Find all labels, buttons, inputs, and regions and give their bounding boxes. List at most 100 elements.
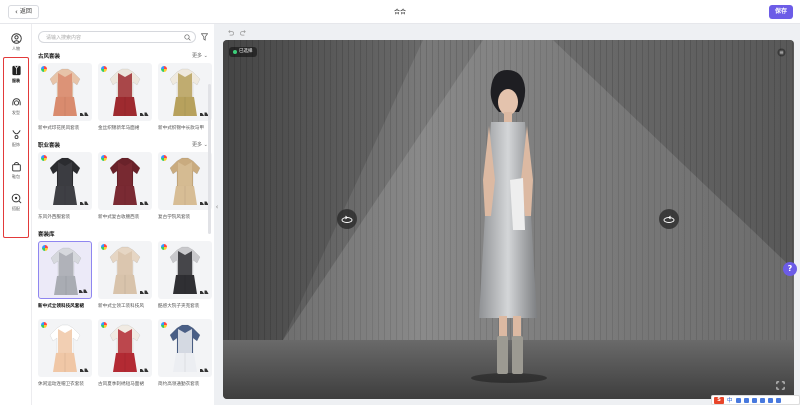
section-more-label: 更多 (192, 53, 203, 59)
section-title: 套装库 (38, 232, 55, 238)
outfit-thumbnail (158, 63, 212, 121)
color-variant-icon (101, 66, 107, 72)
outfit-card[interactable]: 休闲运动连帽卫衣套装 (38, 319, 92, 387)
rail-item-label: 人物 (12, 45, 20, 51)
rail-item-person[interactable]: 人物 (4, 28, 28, 56)
shoes-icon (80, 201, 89, 205)
outfit-card[interactable]: 简约高领通勤衣套装 (158, 319, 212, 387)
outfit-thumbnail (38, 241, 92, 299)
outfit-card-label: 新中式立领科技风套裙 (38, 304, 84, 309)
rotate-right-button[interactable] (659, 209, 679, 229)
outfit-thumbnail (38, 319, 92, 377)
color-variant-icon (161, 244, 167, 250)
model-preview (223, 40, 794, 399)
color-variant-icon (161, 66, 167, 72)
outfit-thumbnail (98, 152, 152, 210)
top-bar: ‹ 返回 合合 保存 (0, 0, 800, 24)
color-variant-icon (101, 322, 107, 328)
ime-user-icon[interactable] (775, 397, 781, 403)
outfit-thumbnail (158, 152, 212, 210)
chevron-down-icon: ⌄ (202, 142, 208, 148)
color-variant-icon (42, 245, 48, 251)
outfit-card-label: 东风外西服套装 (38, 215, 71, 220)
ime-voice-icon[interactable] (743, 397, 749, 403)
asset-panel: 请输入搜索内容 古风套装 更多 ⌄ 新中式印花民风套装 金丝织锦新年马面裙 新中式织锦中… (32, 24, 214, 405)
ime-punct-icon[interactable] (735, 397, 741, 403)
rotate-icon (341, 215, 353, 223)
rail-highlight-box (3, 57, 29, 238)
search-input[interactable]: 请输入搜索内容 (38, 31, 196, 43)
ime-skin-icon[interactable] (759, 397, 765, 403)
shoes-icon (200, 290, 209, 294)
outfit-card-label: 新中式织锦中长款马甲 (158, 126, 204, 131)
shoes-icon (140, 112, 149, 116)
ime-logo: S (714, 396, 724, 404)
ime-toolbox-icon[interactable] (767, 397, 773, 403)
filter-icon[interactable] (201, 33, 208, 41)
chevron-down-icon: ⌄ (202, 53, 208, 59)
outfit-card[interactable]: 新中式复古收腰西装 (98, 152, 152, 220)
outfit-card-label: 金丝织锦新年马面裙 (98, 126, 140, 131)
color-variant-icon (101, 244, 107, 250)
outfit-card-label: 酷感大院子夹克套装 (158, 304, 200, 309)
ime-mode[interactable]: 中 (727, 396, 733, 404)
outfit-thumbnail (38, 152, 92, 210)
color-variant-icon (41, 322, 47, 328)
save-button[interactable]: 保存 (769, 5, 793, 19)
outfit-thumbnail (98, 319, 152, 377)
category-rail: 人物 服装 发型 配饰 鞋包 搭配 (0, 24, 32, 405)
help-button[interactable]: ? (783, 262, 797, 276)
person-icon (10, 32, 22, 44)
shoes-icon (140, 201, 149, 205)
ime-keyboard-icon[interactable] (751, 397, 757, 403)
outfit-card[interactable]: 新中式印花民风套装 (38, 63, 92, 131)
outfit-card[interactable]: 古风夏季刺绣短马面裙 (98, 319, 152, 387)
fullscreen-icon[interactable] (776, 381, 785, 390)
section-title: 职业套装 (38, 143, 61, 149)
outfit-card-label: 休闲运动连帽卫衣套装 (38, 382, 84, 387)
search-icon[interactable] (184, 34, 191, 41)
outfit-card[interactable]: 酷感大院子夹克套装 (158, 241, 212, 309)
rotate-left-button[interactable] (337, 209, 357, 229)
shoes-icon (80, 112, 89, 116)
color-variant-icon (161, 322, 167, 328)
outfit-card-label: 古风夏季刺绣短马面裙 (98, 382, 144, 387)
rotate-icon (663, 215, 675, 223)
outfit-card[interactable]: 新中式立领科技风套裙 (38, 241, 92, 309)
color-variant-icon (41, 155, 47, 161)
outfit-thumbnail (98, 241, 152, 299)
search-placeholder: 请输入搜索内容 (46, 35, 82, 41)
outfit-card[interactable]: 金丝织锦新年马面裙 (98, 63, 152, 131)
section-more-link[interactable]: 更多 ⌄ (192, 52, 208, 59)
outfit-card-label: 简约高领通勤衣套装 (158, 382, 200, 387)
color-variant-icon (101, 155, 107, 161)
undo-icon[interactable] (227, 29, 234, 36)
outfit-thumbnail (158, 319, 212, 377)
redo-icon[interactable] (240, 29, 247, 36)
shoes-icon (140, 290, 149, 294)
page-title: 合合 (393, 9, 406, 16)
section-more-link[interactable]: 更多 ⌄ (192, 141, 208, 148)
shoes-icon (140, 368, 149, 372)
outfit-thumbnail (158, 241, 212, 299)
outfit-card[interactable]: 东风外西服套装 (38, 152, 92, 220)
section-title: 古风套装 (38, 54, 61, 60)
collapse-panel-icon[interactable]: ‹ (214, 200, 220, 214)
outfit-card[interactable]: 复古学院风套装 (158, 152, 212, 220)
shoes-icon (80, 368, 89, 372)
ime-toolbar[interactable]: S 中 (711, 395, 800, 405)
color-variant-icon (41, 66, 47, 72)
outfit-card[interactable]: 新中式织锦中长款马甲 (158, 63, 212, 131)
selected-badge: 已选择 (229, 47, 257, 57)
outfit-card-label: 新中式复古收腰西装 (98, 215, 140, 220)
panel-scrollbar[interactable] (208, 84, 211, 234)
preview-stage[interactable]: 已选择 (223, 40, 794, 399)
outfit-card-label: 新中式立领工装科技风 (98, 304, 144, 309)
outfit-card[interactable]: 新中式立领工装科技风 (98, 241, 152, 309)
outfit-thumbnail (98, 63, 152, 121)
shoes-icon (200, 368, 209, 372)
color-variant-icon (161, 155, 167, 161)
shoes-icon (79, 289, 88, 293)
section-more-label: 更多 (192, 142, 203, 148)
list-icon[interactable] (777, 48, 786, 57)
